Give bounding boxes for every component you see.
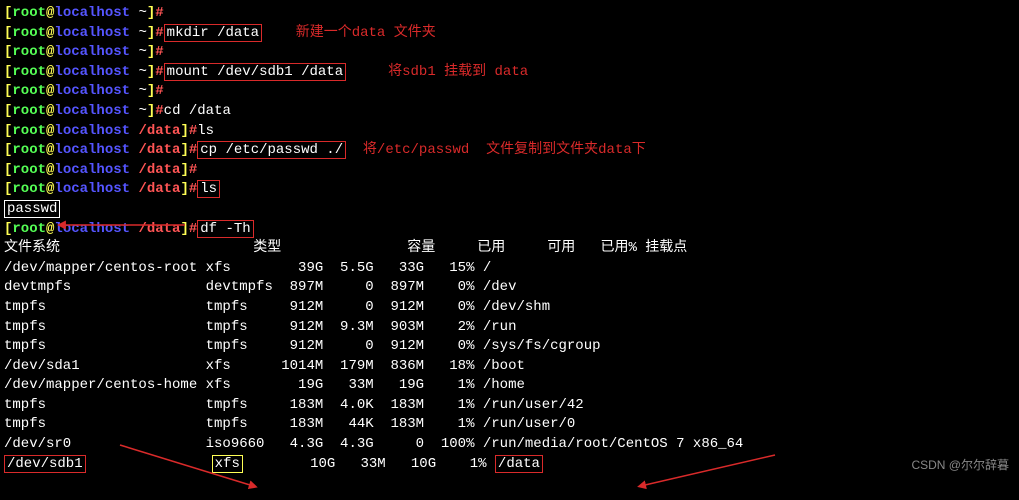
path: /data <box>130 123 180 139</box>
cmd-ls2-line: [root@localhost /data]#ls <box>4 180 1015 200</box>
bracket-close: ] <box>147 83 155 99</box>
hash: # <box>155 83 163 99</box>
user: root <box>12 83 46 99</box>
bracket-close: ] <box>180 221 188 237</box>
host: localhost <box>54 142 130 158</box>
bracket-close: ] <box>180 142 188 158</box>
path: ~ <box>130 103 147 119</box>
output-passwd: passwd <box>4 200 60 218</box>
bracket-close: ] <box>147 103 155 119</box>
host: localhost <box>54 181 130 197</box>
annot-cp: 将/etc/passwd 文件复制到文件夹data下 <box>363 142 646 158</box>
host: localhost <box>54 162 130 178</box>
df-output: 文件系统 类型 容量 已用 可用 已用% 挂载点/dev/mapper/cent… <box>4 239 1015 474</box>
user: root <box>12 162 46 178</box>
path: ~ <box>130 25 147 41</box>
terminal-output: [root@localhost ~]# [root@localhost ~]#m… <box>4 4 1015 474</box>
path: /data <box>130 181 180 197</box>
cmd-df: df -Th <box>197 220 253 238</box>
df-type-xfs: xfs <box>212 455 243 473</box>
user: root <box>12 142 46 158</box>
annot-mkdir: 新建一个data 文件夹 <box>296 25 436 41</box>
df-mount-data: /data <box>495 455 543 473</box>
prompt-line: [root@localhost ~]# <box>4 4 1015 24</box>
host: localhost <box>54 221 130 237</box>
user: root <box>12 44 46 60</box>
user: root <box>12 64 46 80</box>
cmd-ls-line: [root@localhost /data]#ls <box>4 122 1015 142</box>
host: localhost <box>54 64 130 80</box>
prompt-line: [root@localhost ~]# <box>4 43 1015 63</box>
df-row: /dev/sda1 xfs 1014M 179M 836M 18% /boot <box>4 357 1015 377</box>
df-row: tmpfs tmpfs 183M 4.0K 183M 1% /run/user/… <box>4 396 1015 416</box>
df-fs-sdb1: /dev/sdb1 <box>4 455 86 473</box>
bracket-close: ] <box>147 5 155 21</box>
hash: # <box>155 25 163 41</box>
df-row: devtmpfs devtmpfs 897M 0 897M 0% /dev <box>4 278 1015 298</box>
df-row: tmpfs tmpfs 183M 44K 183M 1% /run/user/0 <box>4 415 1015 435</box>
df-row: /dev/sr0 iso9660 4.3G 4.3G 0 100% /run/m… <box>4 435 1015 455</box>
user: root <box>12 103 46 119</box>
watermark: CSDN @尔尔辞暮 <box>911 457 1009 474</box>
hash: # <box>189 162 197 178</box>
bracket-close: ] <box>147 44 155 60</box>
hash: # <box>155 5 163 21</box>
bracket-close: ] <box>147 64 155 80</box>
user: root <box>12 181 46 197</box>
cmd-cp: cp /etc/passwd ./ <box>197 141 346 159</box>
df-row: tmpfs tmpfs 912M 9.3M 903M 2% /run <box>4 318 1015 338</box>
host: localhost <box>54 44 130 60</box>
cmd-ls2: ls <box>197 180 220 198</box>
path: /data <box>130 221 180 237</box>
hash: # <box>155 44 163 60</box>
bracket-close: ] <box>180 181 188 197</box>
user: root <box>12 5 46 21</box>
host: localhost <box>54 5 130 21</box>
df-row: tmpfs tmpfs 912M 0 912M 0% /dev/shm <box>4 298 1015 318</box>
annot-mount: 将sdb1 挂载到 data <box>388 64 528 80</box>
cmd-mount-line: [root@localhost ~]#mount /dev/sdb1 /data… <box>4 63 1015 83</box>
cmd-mount: mount /dev/sdb1 /data <box>164 63 346 81</box>
path: /data <box>130 162 180 178</box>
cmd-mkdir-line: [root@localhost ~]#mkdir /data 新建一个data … <box>4 24 1015 44</box>
cmd-df-line: [root@localhost /data]#df -Th <box>4 220 1015 240</box>
bracket-close: ] <box>147 25 155 41</box>
host: localhost <box>54 123 130 139</box>
cmd-cd-line: [root@localhost ~]#cd /data <box>4 102 1015 122</box>
cmd-cd: cd /data <box>164 103 231 119</box>
df-row: /dev/mapper/centos-home xfs 19G 33M 19G … <box>4 376 1015 396</box>
bracket-close: ] <box>180 162 188 178</box>
cmd-mkdir: mkdir /data <box>164 24 262 42</box>
prompt-line: [root@localhost ~]# <box>4 82 1015 102</box>
df-row-last: /dev/sdb1 xfs 10G 33M 10G 1% /data <box>4 455 1015 475</box>
path: ~ <box>130 83 147 99</box>
path: ~ <box>130 44 147 60</box>
user: root <box>12 221 46 237</box>
user: root <box>12 25 46 41</box>
user: root <box>12 123 46 139</box>
host: localhost <box>54 25 130 41</box>
df-row: tmpfs tmpfs 912M 0 912M 0% /sys/fs/cgrou… <box>4 337 1015 357</box>
host: localhost <box>54 83 130 99</box>
host: localhost <box>54 103 130 119</box>
hash: # <box>155 64 163 80</box>
df-header: 文件系统 类型 容量 已用 可用 已用% 挂载点 <box>4 239 1015 259</box>
output-passwd-line: passwd <box>4 200 1015 220</box>
bracket-close: ] <box>180 123 188 139</box>
cmd-cp-line: [root@localhost /data]#cp /etc/passwd ./… <box>4 141 1015 161</box>
path: ~ <box>130 64 147 80</box>
df-row: /dev/mapper/centos-root xfs 39G 5.5G 33G… <box>4 259 1015 279</box>
cmd-ls: ls <box>197 123 214 139</box>
prompt-line: [root@localhost /data]# <box>4 161 1015 181</box>
hash: # <box>155 103 163 119</box>
path: ~ <box>130 5 147 21</box>
path: /data <box>130 142 180 158</box>
